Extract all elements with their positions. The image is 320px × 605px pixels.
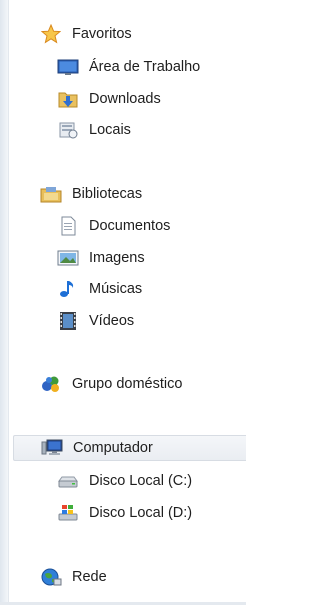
desktop-icon <box>57 56 79 78</box>
nav-item-homegroup[interactable]: Grupo doméstico <box>40 372 182 396</box>
nav-item-computer[interactable]: Computador <box>13 435 246 461</box>
nav-item-label: Favoritos <box>72 26 132 42</box>
nav-item-network[interactable]: Rede <box>40 565 107 589</box>
nav-item-label: Downloads <box>89 91 161 107</box>
nav-item-recent-places[interactable]: Locais <box>57 118 131 142</box>
navigation-pane: Favoritos Área de Trabalho Downloads Loc… <box>0 0 246 605</box>
video-icon <box>57 310 79 332</box>
nav-item-desktop[interactable]: Área de Trabalho <box>57 55 200 79</box>
nav-item-label: Vídeos <box>89 313 135 329</box>
network-globe-icon <box>40 566 62 588</box>
nav-item-label: Músicas <box>89 281 143 297</box>
computer-icon <box>41 437 63 459</box>
nav-item-documents[interactable]: Documentos <box>57 214 170 238</box>
nav-item-label: Rede <box>72 569 107 585</box>
nav-item-label: Grupo doméstico <box>72 376 183 392</box>
drive-icon <box>57 470 79 492</box>
nav-item-label: Documentos <box>89 218 171 234</box>
nav-item-videos[interactable]: Vídeos <box>57 309 134 333</box>
homegroup-icon <box>40 373 62 395</box>
nav-item-label: Locais <box>89 122 131 138</box>
nav-item-favorites[interactable]: Favoritos <box>40 22 132 46</box>
windows-drive-icon <box>57 502 79 524</box>
nav-item-label: Bibliotecas <box>72 186 143 202</box>
downloads-folder-icon <box>57 88 79 110</box>
nav-item-drive-c[interactable]: Disco Local (C:) <box>57 469 192 493</box>
nav-item-label: Área de Trabalho <box>89 59 201 75</box>
nav-item-label: Disco Local (C:) <box>89 473 193 489</box>
nav-item-music[interactable]: Músicas <box>57 277 142 301</box>
recent-places-icon <box>57 119 79 141</box>
pane-left-border <box>0 0 9 605</box>
document-icon <box>57 215 79 237</box>
nav-item-downloads[interactable]: Downloads <box>57 87 161 111</box>
nav-item-libraries[interactable]: Bibliotecas <box>40 182 142 206</box>
music-icon <box>57 278 79 300</box>
libraries-icon <box>40 183 62 205</box>
pictures-icon <box>57 247 79 269</box>
nav-item-pictures[interactable]: Imagens <box>57 246 145 270</box>
nav-item-label: Disco Local (D:) <box>89 505 193 521</box>
star-icon <box>40 23 62 45</box>
nav-item-label: Computador <box>73 440 153 456</box>
nav-item-drive-d[interactable]: Disco Local (D:) <box>57 501 192 525</box>
nav-item-label: Imagens <box>89 250 145 266</box>
